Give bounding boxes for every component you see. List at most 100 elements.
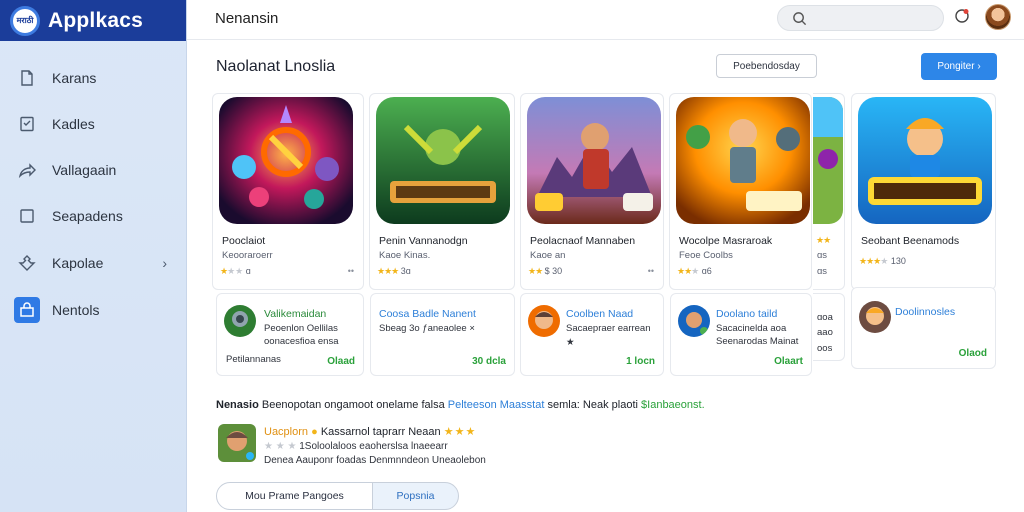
app-card-desc: Seenarodas Mainat	[716, 336, 799, 347]
app-card-title: Doolano taild	[716, 308, 778, 320]
notice-text: Nenasio Beenopotan ongamoot onelame fals…	[216, 399, 705, 411]
sidebar: मराठी Applkacs Karans Kadles Vallagaain	[0, 0, 187, 512]
sidebar-item-label: Kapolae	[52, 255, 104, 271]
recommendation-line: ★ ★ ★ 1Soloolaloos eaoherslsa lnaeearr	[264, 441, 448, 452]
store-icon	[14, 297, 40, 323]
rating-stars: ★★	[677, 266, 692, 276]
sidebar-item-label: Karans	[52, 70, 97, 86]
card-subtitle: Kaoe Kinas.	[379, 250, 431, 261]
sidebar-item-nentols[interactable]: Nentols	[0, 290, 187, 330]
more-icon[interactable]: ••	[648, 266, 654, 276]
sidebar-item-label: Seapadens	[52, 208, 123, 224]
recommendation-line-text: 1Soloolaloos eaoherslsa lnaeearr	[299, 441, 448, 452]
notice-mid: semla: Neak plaoti	[547, 399, 638, 411]
notice-link[interactable]: Pelteeson Maasstat	[448, 399, 545, 411]
card-title: Penin Vannanodgn	[379, 235, 468, 247]
card-subtitle: Keooraroerr	[222, 250, 273, 261]
rating-value: ɑ	[245, 266, 251, 276]
sidebar-item-kapolae[interactable]: Kapolae ›	[0, 243, 187, 283]
brand-bar[interactable]: मराठी Applkacs	[0, 0, 186, 41]
app-card[interactable]: Doolinnosles Olaod	[851, 287, 996, 369]
featured-card[interactable]: Penin Vannanodgn Kaoe Kinas. ★★★ 3ɑ	[369, 93, 515, 290]
rating-value: 3ɑ	[400, 266, 411, 276]
app-card-action[interactable]: Olaod	[959, 348, 987, 359]
app-card-desc: ɑoa	[817, 312, 833, 323]
game-artwork	[676, 97, 810, 224]
sidebar-item-label: Kadles	[52, 116, 95, 132]
sidebar-item-kadles[interactable]: Kadles	[0, 104, 187, 144]
app-card-footer: Petilannanas	[226, 354, 281, 365]
app-card[interactable]: Doolano taild Sacacinelda aoa Seenarodas…	[670, 293, 812, 376]
sidebar-item-label: Vallagaain	[52, 162, 117, 178]
app-card-desc: oonacesfioa ensa	[264, 336, 339, 347]
app-card[interactable]: Coosa Badle Nanent Sbeag 3o ƒaneaolee × …	[370, 293, 515, 376]
document-icon	[18, 69, 36, 87]
game-artwork	[858, 97, 992, 224]
app-card-title: Coolben Naad	[566, 308, 634, 320]
featured-card[interactable]: Peolacnaof Mannaben Kaoe an ★★ $ 30 ••	[520, 93, 664, 290]
app-card-desc: Sacaepraer earrean	[566, 323, 651, 334]
app-card-action[interactable]: 30 dcla	[472, 356, 506, 367]
avatar[interactable]	[985, 4, 1011, 30]
app-card-action[interactable]: Olaad	[327, 356, 355, 367]
app-card[interactable]: Coolben Naad Sacaepraer earrean ★ 1 locn	[520, 293, 664, 376]
bottom-tab-group: Mou Prame Pangoes Popsnia	[216, 482, 459, 510]
game-artwork	[813, 97, 843, 224]
page-title: Nenansin	[215, 10, 279, 27]
app-card[interactable]: Valikemaidan Peoenlon Oellilas oonacesfi…	[216, 293, 364, 376]
rating-stars-empty: ★	[880, 256, 889, 266]
app-card-desc: Sacacinelda aoa	[716, 323, 787, 334]
app-card-action[interactable]: 1 locn	[626, 356, 655, 367]
recommendation-title-rest: Kassarnol taprarr Neaan	[320, 426, 441, 438]
app-card-desc: oos	[817, 343, 833, 354]
card-title: Peolacnaof Mannaben	[530, 235, 636, 247]
rating-stars-empty: ★★	[227, 266, 244, 276]
sidebar-item-vallagaain[interactable]: Vallagaain	[0, 150, 187, 190]
sidebar-item-label: Nentols	[52, 302, 100, 318]
featured-card[interactable]: Wocolpe Masraroak Feoe Coolbs ★★★ ɑ6	[669, 93, 812, 290]
app-card-desc: aao	[817, 327, 833, 338]
card-subtitle: Kaoe an	[530, 250, 566, 261]
primary-button[interactable]: Pongiter ›	[921, 53, 997, 80]
app-name: Applkacs	[48, 8, 143, 32]
recommendation-app-icon[interactable]	[218, 424, 256, 462]
app-logo-icon: मराठी	[10, 5, 40, 36]
tab-primary[interactable]: Mou Prame Pangoes	[216, 482, 373, 510]
featured-card[interactable]: Pooclaiot Keooraroerr ★★★ ɑ ••	[212, 93, 364, 290]
card-rating: ★★★ 3ɑ	[377, 266, 411, 277]
featured-card-partial[interactable]: ★★ ɑs ɑs	[813, 93, 845, 290]
app-card-partial[interactable]: ɑoa aao oos	[813, 293, 845, 361]
sort-dropdown[interactable]: Poebendosday	[716, 54, 817, 78]
sidebar-item-karans[interactable]: Karans	[0, 58, 187, 98]
app-card-title: Doolinnosles	[895, 306, 956, 318]
top-bar: Nenansin	[187, 0, 1024, 40]
card-title: Seobant Beenamods	[861, 235, 960, 247]
rating-stars: ★★	[816, 235, 831, 245]
square-icon	[18, 207, 36, 225]
recommendation-title: Uacplorn ● Kassarnol taprarr Neaan ★ ★ ★	[264, 425, 475, 438]
checklist-icon	[18, 115, 36, 133]
rating-stars-empty: ★ ★ ★	[264, 441, 297, 452]
app-card-action[interactable]: Olaart	[774, 356, 803, 367]
featured-card[interactable]: Seobant Beenamods ★★★★ 130	[851, 93, 996, 290]
sidebar-item-seapadens[interactable]: Seapadens	[0, 196, 187, 236]
recommendation-title-highlight: Uacplorn	[264, 426, 309, 438]
rating-stars-empty: ★	[691, 266, 700, 276]
more-icon[interactable]: ••	[348, 266, 354, 276]
game-artwork	[219, 97, 353, 224]
card-rating: ★★★★ 130	[859, 256, 906, 267]
tab-secondary[interactable]: Popsnia	[372, 482, 459, 510]
search-input[interactable]	[777, 5, 944, 31]
notice-body: Beenopotan ongamoot onelame falsa	[261, 399, 445, 411]
notice-tail: $Ianbaeonst.	[641, 399, 705, 411]
card-subtitle: ɑs	[817, 266, 828, 277]
card-rating: ★★★ ɑ	[220, 266, 251, 277]
notification-icon[interactable]	[954, 8, 970, 24]
card-title: Wocolpe Masraroak	[679, 235, 773, 247]
rating-stars: ★	[566, 337, 574, 348]
rating-value: 130	[890, 256, 906, 266]
puzzle-icon	[18, 254, 36, 272]
rating-stars: ★★★	[377, 266, 399, 276]
app-icon	[224, 305, 256, 337]
game-artwork	[376, 97, 510, 224]
